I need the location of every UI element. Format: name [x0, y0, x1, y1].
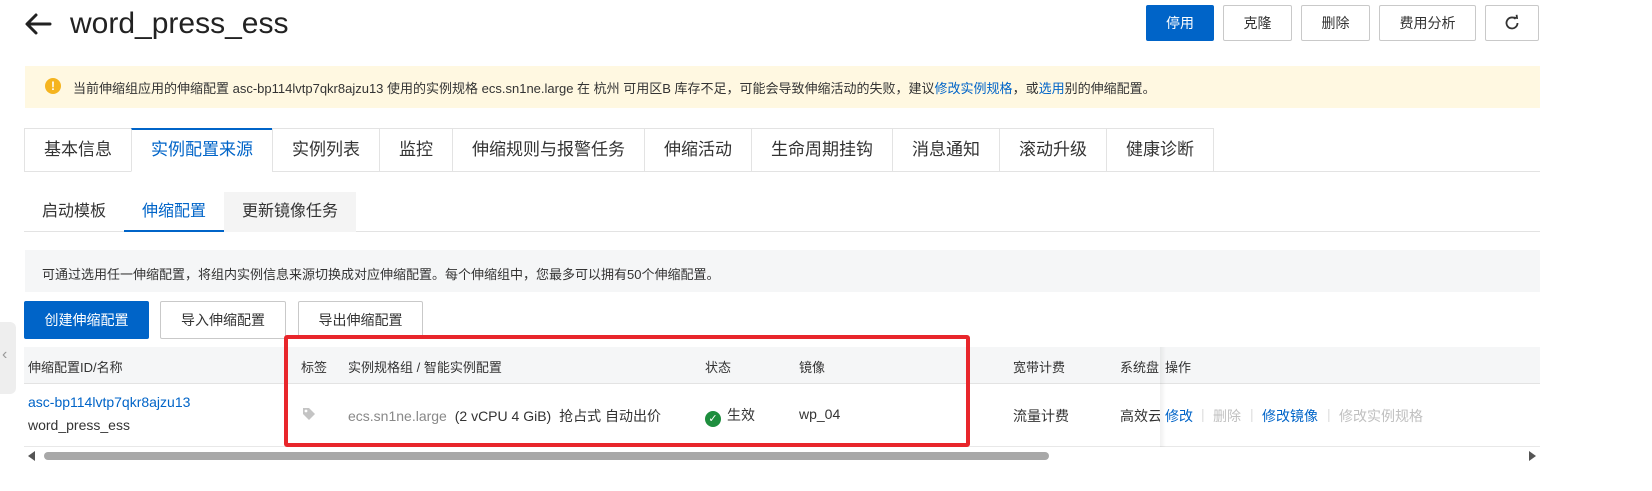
cost-analysis-button[interactable]: 费用分析: [1379, 5, 1476, 41]
subtab-launch-template[interactable]: 启动模板: [24, 192, 124, 232]
tab-scaling-rules[interactable]: 伸缩规则与报警任务: [452, 128, 644, 172]
warning-icon: !: [45, 78, 61, 94]
modify-spec-link-disabled[interactable]: 修改实例规格: [1339, 406, 1423, 426]
scroll-right-icon[interactable]: [1529, 451, 1536, 461]
scrollbar-thumb[interactable]: [44, 452, 1049, 460]
warning-banner: ! 当前伸缩组应用的伸缩配置 asc-bp114lvtp7qkr8ajzu13 …: [25, 66, 1540, 108]
info-bar: 可通过选用任一伸缩配置，将组内实例信息来源切换成对应伸缩配置。每个伸缩组中，您最…: [25, 250, 1540, 292]
system-disk: 高效云: [1120, 408, 1160, 424]
tab-instance-list[interactable]: 实例列表: [272, 128, 379, 172]
ops-separator: |: [1327, 406, 1331, 422]
bandwidth-billing: 流量计费: [1013, 408, 1069, 424]
highlight-box: [284, 335, 970, 447]
delete-button[interactable]: 删除: [1301, 5, 1370, 41]
col-bandwidth: 宽带计费: [1013, 360, 1066, 375]
config-id-link[interactable]: asc-bp114lvtp7qkr8ajzu13: [28, 394, 190, 410]
clone-button[interactable]: 克隆: [1223, 5, 1292, 41]
tab-monitoring[interactable]: 监控: [379, 128, 452, 172]
horizontal-scrollbar[interactable]: [28, 450, 1536, 462]
tab-notifications[interactable]: 消息通知: [892, 128, 999, 172]
subtab-scaling-config[interactable]: 伸缩配置: [124, 192, 225, 232]
tab-lifecycle-hooks[interactable]: 生命周期挂钩: [751, 128, 892, 172]
col-id-name: 伸缩配置ID/名称: [28, 360, 123, 375]
modify-image-link[interactable]: 修改镜像: [1262, 406, 1318, 426]
chevron-left-icon: ‹: [2, 346, 8, 363]
main-tabs: 基本信息 实例配置来源 实例列表 监控 伸缩规则与报警任务 伸缩活动 生命周期挂…: [24, 128, 1214, 172]
select-link[interactable]: 选用: [1039, 81, 1065, 96]
ops-separator: |: [1201, 406, 1205, 422]
disable-button[interactable]: 停用: [1146, 5, 1214, 41]
modify-link[interactable]: 修改: [1165, 406, 1193, 426]
tab-rolling-upgrade[interactable]: 滚动升级: [999, 128, 1106, 172]
warning-text: 当前伸缩组应用的伸缩配置 asc-bp114lvtp7qkr8ajzu13 使用…: [73, 81, 1156, 96]
sub-tabs: 启动模板 伸缩配置 更新镜像任务: [24, 192, 357, 232]
refresh-button[interactable]: [1485, 5, 1539, 41]
tab-instance-config-source[interactable]: 实例配置来源: [131, 128, 272, 172]
export-scaling-config-button[interactable]: 导出伸缩配置: [298, 301, 423, 339]
col-operations: 操作: [1165, 360, 1192, 375]
tab-basic-info[interactable]: 基本信息: [24, 128, 131, 172]
ops-separator: |: [1250, 406, 1254, 422]
modify-spec-link[interactable]: 修改实例规格: [935, 81, 1013, 96]
delete-link-disabled[interactable]: 删除: [1213, 406, 1241, 426]
back-arrow-icon[interactable]: [22, 8, 54, 40]
tab-scaling-activity[interactable]: 伸缩活动: [644, 128, 751, 172]
page-title: word_press_ess: [70, 7, 289, 40]
tab-health-diagnosis[interactable]: 健康诊断: [1106, 128, 1214, 172]
config-name: word_press_ess: [28, 417, 130, 433]
import-scaling-config-button[interactable]: 导入伸缩配置: [160, 301, 286, 339]
create-scaling-config-button[interactable]: 创建伸缩配置: [24, 301, 149, 339]
scroll-left-icon[interactable]: [28, 451, 35, 461]
subtab-image-update-task[interactable]: 更新镜像任务: [224, 192, 357, 232]
refresh-icon: [1505, 14, 1519, 30]
sidebar-collapse-handle[interactable]: ‹: [0, 322, 16, 394]
fixed-column-shadow: [1160, 347, 1166, 447]
col-system-disk: 系统盘: [1120, 360, 1160, 375]
info-text: 可通过选用任一伸缩配置，将组内实例信息来源切换成对应伸缩配置。每个伸缩组中，您最…: [42, 267, 720, 282]
